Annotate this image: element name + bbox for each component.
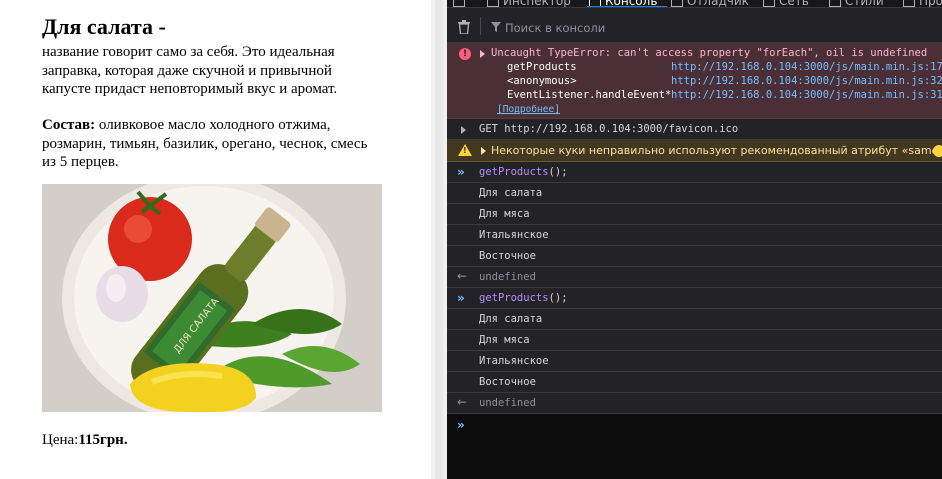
stack-frame-link[interactable]: http://192.168.0.104:3000/js/main.min.js…	[671, 89, 942, 101]
profiler-icon	[903, 0, 915, 7]
return-arrow-icon: ←	[457, 269, 468, 283]
console-log-row: Восточное	[447, 246, 942, 267]
debugger-icon	[671, 0, 683, 7]
product-composition: Состав: оливковое масло холодного отжима…	[42, 116, 382, 172]
console-log-row: Для мяса	[447, 204, 942, 225]
log-text: Для мяса	[479, 208, 530, 220]
command-args: ();	[548, 166, 568, 178]
error-icon: !	[459, 48, 471, 60]
product-title: Для салата -	[42, 14, 166, 39]
product-page: Для салата - название говорит само за се…	[0, 0, 431, 479]
console-log-row: Для салата	[447, 183, 942, 204]
expand-arrow-icon[interactable]	[481, 147, 486, 155]
composition-label: Состав:	[42, 117, 96, 133]
console-log-row: Восточное	[447, 372, 942, 393]
log-text: Итальянское	[479, 229, 549, 241]
styles-icon	[829, 0, 841, 7]
network-request-row[interactable]: GET http://192.168.0.104:3000/favicon.ic…	[447, 119, 942, 140]
devtools-tabbar: Инспектор Консоль Отладчик Сеть Стили Пр…	[447, 0, 942, 8]
stack-frame-fn: getProducts	[507, 61, 577, 73]
stack-frame-link[interactable]: http://192.168.0.104:3000/js/main.min.js…	[671, 75, 942, 87]
return-arrow-icon: ←	[457, 395, 468, 409]
console-input-row: » getProducts();	[447, 162, 942, 183]
warning-message-row: ! Некоторые куки неправильно используют …	[447, 140, 942, 162]
active-tab-indicator	[587, 6, 667, 7]
prompt-chevron-icon: »	[457, 291, 465, 305]
inspector-icon	[487, 0, 499, 7]
log-text: Для мяса	[479, 334, 530, 346]
console-toolbar	[447, 9, 942, 43]
command-function: getProducts	[479, 292, 549, 304]
console-input-area[interactable]: »	[447, 414, 942, 479]
prompt-chevron-icon: »	[457, 418, 465, 432]
trash-icon[interactable]	[458, 20, 470, 34]
devtools-panel: Инспектор Консоль Отладчик Сеть Стили Пр…	[447, 0, 942, 479]
product-price: Цена:115грн.	[42, 432, 128, 449]
console-output: ! Uncaught TypeError: can't access prope…	[447, 43, 942, 414]
log-text: Итальянское	[479, 355, 549, 367]
console-result-row: ← undefined	[447, 393, 942, 414]
result-text: undefined	[479, 271, 536, 283]
tab-profiler[interactable]: Про	[903, 0, 942, 7]
console-search-input[interactable]	[505, 19, 925, 37]
learn-more-link[interactable]: [Подробнее]	[497, 104, 560, 115]
prompt-chevron-icon: »	[457, 165, 465, 179]
result-text: undefined	[479, 397, 536, 409]
log-text: Для салата	[479, 313, 543, 325]
tab-styles[interactable]: Стили	[829, 0, 884, 7]
expand-arrow-icon[interactable]	[480, 50, 485, 58]
error-message-row: ! Uncaught TypeError: can't access prope…	[447, 43, 942, 119]
console-log-row: Итальянское	[447, 225, 942, 246]
product-image: ДЛЯ САЛАТА	[42, 184, 382, 412]
log-text: Восточное	[479, 250, 536, 262]
scrollbar-thumb[interactable]	[435, 0, 443, 479]
price-label: Цена:	[42, 432, 79, 448]
log-text: Восточное	[479, 376, 536, 388]
stack-frame-fn: EventListener.handleEvent*	[507, 89, 672, 101]
element-picker-icon[interactable]	[453, 0, 469, 7]
filter-icon	[491, 22, 501, 32]
console-result-row: ← undefined	[447, 267, 942, 288]
toolbar-separator	[480, 17, 481, 35]
warning-count-badge	[933, 145, 942, 157]
console-input-row: » getProducts();	[447, 288, 942, 309]
price-value: 115грн.	[78, 432, 128, 448]
warning-text: Некоторые куки неправильно используют ре…	[491, 144, 942, 157]
page-scrollbar[interactable]	[431, 0, 447, 479]
console-log-row: Итальянское	[447, 351, 942, 372]
expand-arrow-icon[interactable]	[461, 126, 466, 134]
tab-network[interactable]: Сеть	[763, 0, 809, 7]
command-args: ();	[548, 292, 568, 304]
log-text: Для салата	[479, 187, 543, 199]
console-log-row: Для мяса	[447, 330, 942, 351]
tab-inspector[interactable]: Инспектор	[487, 0, 571, 7]
stack-frame-fn: <anonymous>	[507, 75, 577, 87]
console-log-row: Для салата	[447, 309, 942, 330]
stack-frame-link[interactable]: http://192.168.0.104:3000/js/main.min.js…	[671, 61, 942, 73]
network-icon	[763, 0, 775, 7]
product-description: название говорит само за себя. Это идеал…	[42, 44, 338, 97]
network-request-text: GET http://192.168.0.104:3000/favicon.ic…	[479, 123, 739, 135]
tab-debugger[interactable]: Отладчик	[671, 0, 749, 7]
command-function: getProducts	[479, 166, 549, 178]
error-text: Uncaught TypeError: can't access propert…	[491, 47, 928, 59]
